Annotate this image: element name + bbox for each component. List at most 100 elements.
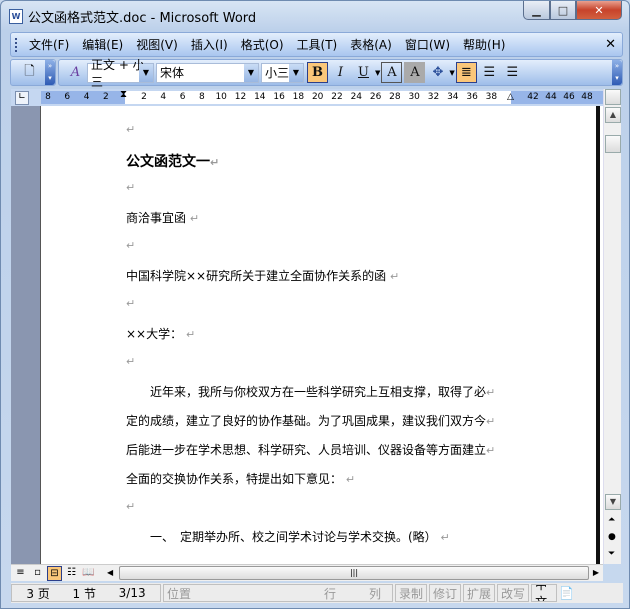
menu-window[interactable]: 窗口(W) [401, 36, 459, 53]
menu-insert[interactable]: 插入(I) [187, 36, 237, 53]
document-paragraph[interactable]: ↵ [126, 238, 135, 252]
print-view-icon[interactable]: ⊟ [47, 565, 62, 581]
chevron-down-icon[interactable]: ▼ [139, 63, 153, 82]
status-col: 列 [369, 586, 382, 601]
font-size-value: 小三 [265, 66, 290, 80]
status-track-changes[interactable]: 修订 [429, 584, 462, 602]
outline-view-icon[interactable]: ☷ [64, 566, 79, 581]
paragraph-mark-icon: ↵ [486, 444, 496, 457]
ruler-number: 32 [427, 92, 440, 102]
ruler-number: 28 [389, 92, 401, 102]
document-paragraph[interactable]: 定的成绩，建立了良好的协作基础。为了巩固成果，建议我们双方今↵ [126, 412, 495, 429]
ruler-number: 14 [254, 92, 266, 102]
font-select[interactable]: 宋体 ▼ [156, 62, 259, 83]
underline-dropdown-icon[interactable]: ▼ [375, 69, 380, 77]
style-select[interactable]: 正文 + 小三 ▼ [87, 58, 154, 89]
bold-button[interactable]: B [307, 62, 328, 83]
status-overtype[interactable]: 改写 [497, 584, 530, 602]
scroll-up-arrow[interactable]: ▲ [605, 107, 621, 123]
document-paragraph[interactable]: 中国科学院××研究所关于建立全面协作关系的函 ↵ [126, 267, 399, 284]
scroll-right-arrow[interactable]: ▶ [593, 568, 599, 577]
document-paragraph[interactable]: ↵ [126, 122, 135, 136]
grip-icon[interactable] [15, 38, 17, 52]
document-paragraph[interactable]: 商洽事宜函 ↵ [126, 209, 199, 226]
document-paragraph[interactable]: ↵ [126, 180, 135, 194]
styles-icon[interactable]: A [65, 62, 86, 83]
toolbar-options-chevron[interactable]: » ▾ [612, 60, 622, 85]
document-paragraph[interactable]: 全面的交换协作关系，特提出如下意见： ↵ [126, 470, 355, 487]
justify-button[interactable]: ≣ [455, 62, 477, 83]
new-document-icon[interactable]: 🗋 [19, 62, 40, 83]
ruler-toggle[interactable] [605, 89, 621, 105]
word-app-icon[interactable]: W [9, 8, 23, 24]
document-paragraph[interactable]: 一、 定期举办所、校之间学术讨论与学术交换。(略） ↵ [126, 528, 450, 545]
close-document-icon[interactable]: ✕ [605, 37, 616, 52]
document-heading[interactable]: 公文函范文一↵ [126, 151, 219, 171]
status-language[interactable]: 中文 [531, 584, 558, 602]
scale-dropdown-icon[interactable]: ▼ [449, 69, 454, 77]
document-paragraph[interactable]: 后能进一步在学术思想、科学研究、人员培训、仪器设备等方面建立↵ [126, 441, 495, 458]
minimize-button[interactable]: ▁ [523, 1, 550, 20]
char-shading-button[interactable]: A [404, 62, 426, 83]
ruler-number: 20 [311, 92, 324, 102]
menu-file[interactable]: 文件(F) [25, 36, 78, 53]
vertical-scrollbar[interactable]: ▲ ▼ ⏶ ● ⏷ [603, 89, 621, 564]
ruler-number: 36 [466, 92, 478, 102]
menu-tools[interactable]: 工具(T) [293, 36, 347, 53]
spelling-status-icon[interactable]: 📄 [559, 586, 574, 600]
document-area[interactable]: ↵ 公文函范文一↵ ↵ 商洽事宜函 ↵ ↵ 中国科学院××研究所关于建立全面协作关系的函 … [11, 106, 603, 564]
previous-page-icon[interactable]: ⏶ [608, 515, 615, 525]
font-size-select[interactable]: 小三 ▼ [261, 62, 304, 83]
scroll-thumb[interactable] [605, 135, 621, 154]
menu-table[interactable]: 表格(A) [346, 36, 401, 53]
select-browse-object-icon[interactable]: ● [608, 532, 616, 542]
horizontal-scrollbar[interactable]: ◀ ||| ▶ [105, 565, 603, 581]
maximize-button[interactable]: □ [550, 1, 576, 20]
char-scale-icon[interactable]: ✥ [427, 62, 448, 83]
right-indent-marker[interactable]: △ [507, 92, 514, 102]
menu-bar: 文件(F) 编辑(E) 视图(V) 插入(I) 格式(O) 工具(T) 表格(A… [10, 32, 623, 57]
ruler-number: 8 [199, 92, 205, 102]
next-page-icon[interactable]: ⏷ [608, 549, 615, 559]
toolbar-options-chevron[interactable]: » ▾ [45, 60, 55, 85]
tab-selector[interactable]: ∟ [15, 91, 29, 105]
chevron-down-icon[interactable]: ▼ [244, 63, 258, 82]
close-button[interactable]: ✕ [576, 1, 622, 20]
document-paragraph[interactable]: ↵ [126, 296, 135, 310]
document-paragraph[interactable]: ↵ [126, 354, 135, 368]
align-center-button[interactable]: ☰ [479, 62, 500, 83]
status-record[interactable]: 录制 [395, 584, 428, 602]
normal-view-icon[interactable]: ≡ [13, 566, 28, 581]
ruler-number: 44 [545, 92, 557, 102]
status-page: 3 页 [26, 586, 50, 601]
page-edge [596, 106, 600, 564]
status-extend[interactable]: 扩展 [463, 584, 496, 602]
align-right-button[interactable]: ☰ [502, 62, 523, 83]
font-value: 宋体 [160, 66, 185, 80]
web-view-icon[interactable]: ▫ [30, 566, 45, 581]
char-border-button[interactable]: A [381, 62, 403, 83]
menu-format[interactable]: 格式(O) [237, 36, 293, 53]
menu-help[interactable]: 帮助(H) [459, 36, 514, 53]
document-paragraph[interactable]: ××大学： ↵ [126, 325, 195, 342]
ruler-number: 6 [64, 92, 71, 102]
scroll-down-arrow[interactable]: ▼ [605, 494, 621, 510]
menu-view[interactable]: 视图(V) [132, 36, 187, 53]
status-section: 1 节 [72, 586, 96, 601]
page-margin-left [11, 106, 41, 564]
horizontal-ruler[interactable]: ∟ 8 6 4 2 2 4 6 8 10 12 14 16 18 20 22 24 26 28 30 32 34 36 38… [11, 89, 603, 106]
reading-view-icon[interactable]: 📖 [81, 566, 96, 581]
document-paragraph[interactable]: ↵ [126, 499, 135, 513]
italic-button[interactable]: I [330, 62, 351, 83]
underline-button[interactable]: U [353, 62, 374, 83]
ruler-number: 16 [273, 92, 285, 102]
scroll-left-arrow[interactable]: ◀ [107, 568, 113, 577]
indent-marker[interactable]: ⧗ [120, 89, 127, 100]
menu-edit[interactable]: 编辑(E) [78, 36, 132, 53]
ruler-number: 48 [581, 92, 593, 102]
document-paragraph[interactable]: 近年来，我所与你校双方在一些科学研究上互相支撑，取得了必↵ [126, 383, 495, 400]
ruler-number: 4 [83, 92, 90, 102]
paragraph-text: ××大学： [126, 327, 186, 341]
chevron-down-icon[interactable]: ▼ [289, 63, 303, 82]
scroll-thumb[interactable]: ||| [119, 566, 589, 580]
